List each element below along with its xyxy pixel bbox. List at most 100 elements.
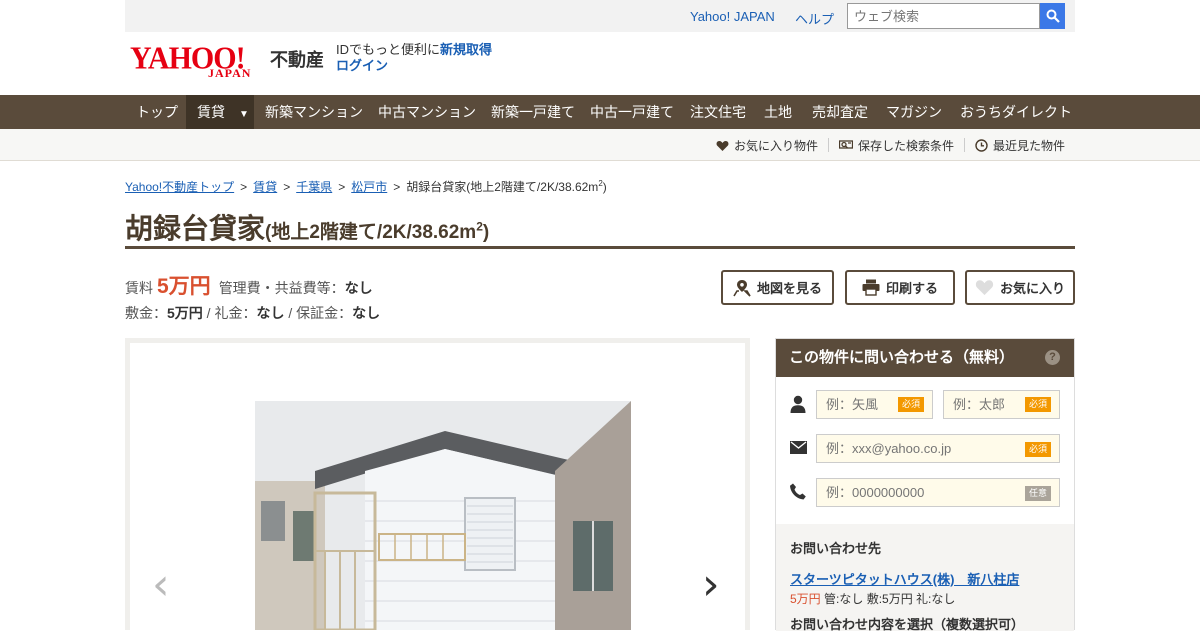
guarantee-label: / 保証金： [284, 305, 353, 321]
email-input[interactable] [816, 434, 1060, 463]
breadcrumb-city[interactable]: 松戸市 [351, 180, 387, 194]
favorite-button-label: お気に入り [999, 281, 1065, 296]
map-button[interactable]: 地図を見る [721, 270, 834, 305]
recent-label: 最近見た物件 [993, 139, 1066, 153]
nav-item-rent[interactable]: 賃貸 ▼ [186, 95, 254, 129]
next-photo-button[interactable]: › [702, 563, 720, 607]
breadcrumb-rent[interactable]: 賃貸 [253, 180, 277, 194]
phone-input[interactable] [816, 478, 1060, 507]
nav-label: 賃貸 [197, 104, 225, 120]
property-photo[interactable] [255, 401, 631, 630]
nav-item-sale-appraisal[interactable]: 売却査定 [801, 95, 879, 129]
nav-item-new-mansion[interactable]: 新築マンション [254, 95, 374, 129]
property-name: 胡録台貸家 [125, 213, 266, 244]
login-link[interactable]: ログイン [336, 58, 388, 73]
nav-label: 土地 [764, 104, 792, 120]
divider [828, 138, 829, 152]
clock-icon [975, 139, 988, 152]
agency-rent: 5万円 [790, 592, 821, 606]
help-icon[interactable]: ? [1045, 350, 1060, 365]
saved-search-label: 保存した検索条件 [858, 139, 955, 153]
breadcrumb: Yahoo!不動産トップ > 賃貸 > 千葉県 > 松戸市 > 胡録台貸家(地上2階建て/2K/… [125, 178, 607, 195]
key-money-label: / 礼金： [202, 305, 257, 321]
nav-label: マガジン [886, 104, 942, 120]
breadcrumb-top[interactable]: Yahoo!不動産トップ [125, 180, 234, 194]
breadcrumb-separator: > [240, 180, 248, 194]
nav-item-used-house[interactable]: 中古一戸建て [579, 95, 685, 129]
favorite-button[interactable]: お気に入り [965, 270, 1075, 305]
heart-outline-icon [975, 280, 994, 295]
logo-service-text: 不動産 [270, 50, 324, 70]
breadcrumb-current-end: ) [602, 180, 607, 194]
property-detail-sup: 2 [476, 219, 483, 234]
breadcrumb-separator: > [283, 180, 291, 194]
rent-label: 賃料 [125, 280, 153, 296]
divider [964, 138, 965, 152]
web-search-input[interactable] [847, 3, 1040, 29]
yahoo-japan-link[interactable]: Yahoo! JAPAN [690, 9, 775, 24]
account-prompt: IDでもっと便利に新規取得 ログイン [336, 42, 492, 74]
prev-photo-button[interactable]: ‹ [152, 563, 170, 607]
main-nav: トップ 賃貸 ▼ 新築マンション 中古マンション 新築一戸建て 中古一戸建て 注文… [0, 95, 1200, 129]
chevron-down-icon: ▼ [239, 109, 249, 120]
nav-label: おうちダイレクト [960, 104, 1072, 120]
nav-item-custom-home[interactable]: 注文住宅 [679, 95, 757, 129]
required-badge: 必須 [1025, 442, 1052, 457]
favorites-label: お気に入り物件 [734, 139, 819, 153]
signup-link[interactable]: 新規取得 [440, 42, 492, 57]
phone-icon [790, 483, 806, 500]
search-button[interactable] [1040, 3, 1065, 29]
contact-title: お問い合わせ先 [790, 541, 882, 556]
yahoo-realestate-logo[interactable]: YAHOO! JAPAN 不動産 [128, 41, 328, 82]
rent-summary: 賃料 5万円 管理費・共益費等：なし [125, 270, 373, 300]
page-title: 胡録台貸家(地上2階建て/2K/38.62m2) [125, 207, 1075, 249]
agency-link[interactable]: スターツピタットハウス(株) 新八柱店 [790, 569, 1019, 588]
breadcrumb-current: 胡録台貸家(地上2階建て/2K/38.62m2) [406, 179, 607, 194]
sub-nav: お気に入り物件 保存した検索条件 最近見た物件 [0, 129, 1200, 161]
help-link[interactable]: ヘルプ [795, 9, 834, 28]
nav-item-new-house[interactable]: 新築一戸建て [480, 95, 586, 129]
management-fee-label: 管理費・共益費等： [218, 280, 345, 296]
nav-label: 新築一戸建て [491, 104, 575, 120]
nav-item-ouchi-direct[interactable]: おうちダイレクト [949, 95, 1083, 129]
required-badge: 必須 [898, 397, 925, 412]
optional-badge: 任意 [1025, 486, 1052, 501]
map-button-label: 地図を見る [756, 281, 822, 296]
inquiry-form-title: この物件に問い合わせる（無料） [789, 349, 1015, 366]
account-prompt-text: IDでもっと便利に [336, 42, 441, 57]
house-photo-illustration [255, 401, 631, 630]
recent-link[interactable]: 最近見た物件 [975, 137, 1065, 154]
nav-item-magazine[interactable]: マガジン [875, 95, 953, 129]
inquiry-form: この物件に問い合わせる（無料） ? 必須 必須 必須 任意 お問い合わせ先 スタ… [775, 338, 1075, 632]
favorites-link[interactable]: お気に入り物件 [716, 137, 818, 154]
breadcrumb-current-text: 胡録台貸家(地上2階建て/2K/38.62m [406, 180, 599, 194]
nav-item-used-mansion[interactable]: 中古マンション [367, 95, 487, 129]
property-detail-text: (地上2階建て/2K/38.62m [265, 222, 477, 243]
guarantee-value: なし [352, 305, 381, 321]
nav-label: トップ [136, 104, 178, 120]
nav-item-top[interactable]: トップ [125, 95, 189, 129]
photo-frame: ‹ › [130, 343, 745, 630]
nav-label: 中古一戸建て [590, 104, 674, 120]
key-money-value: なし [256, 305, 285, 321]
print-button[interactable]: 印刷する [845, 270, 955, 305]
breadcrumb-prefecture[interactable]: 千葉県 [296, 180, 332, 194]
saved-search-icon [839, 139, 853, 149]
utility-bar: Yahoo! JAPAN ヘルプ [125, 0, 1075, 32]
required-badge: 必須 [1025, 397, 1052, 412]
breadcrumb-separator: > [338, 180, 346, 194]
nav-item-land[interactable]: 土地 [753, 95, 803, 129]
map-pin-icon [733, 279, 751, 297]
deposit-summary: 敷金：5万円 / 礼金：なし / 保証金：なし [125, 303, 380, 323]
agency-price-info: 5万円 管:なし 敷:5万円 礼:なし [790, 590, 955, 607]
nav-label: 売却査定 [812, 104, 868, 120]
print-button-label: 印刷する [885, 281, 938, 296]
nav-label: 注文住宅 [690, 104, 746, 120]
saved-search-link[interactable]: 保存した検索条件 [839, 137, 954, 154]
search-icon [1046, 9, 1060, 23]
deposit-label: 敷金： [125, 305, 167, 321]
contact-info: お問い合わせ先 スターツピタットハウス(株) 新八柱店 5万円 管:なし 敷:5… [776, 524, 1074, 632]
nav-label: 中古マンション [378, 104, 476, 120]
deposit-value: 5万円 [167, 305, 203, 321]
nav-label: 新築マンション [265, 104, 363, 120]
